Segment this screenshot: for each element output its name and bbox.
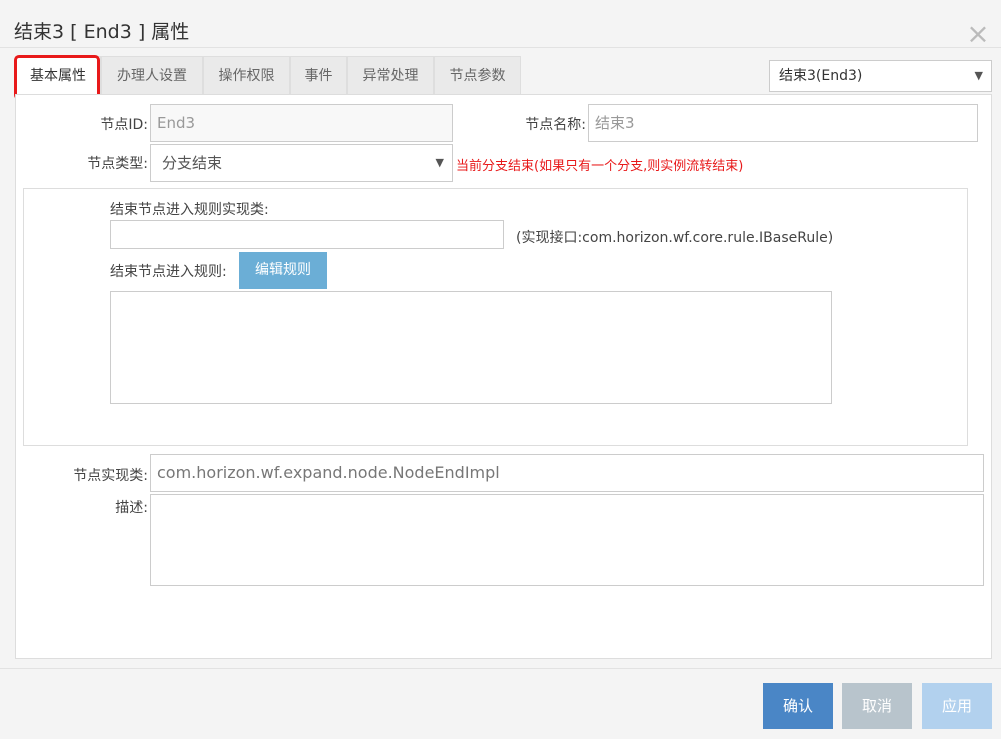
cancel-button[interactable]: 取消 <box>842 683 912 729</box>
rule-class-label: 结束节点进入规则实现类: <box>110 202 269 218</box>
node-select-value: 结束3(End3) <box>779 68 863 84</box>
tab-handler-settings[interactable]: 办理人设置 <box>101 56 203 94</box>
edit-rule-button[interactable]: 编辑规则 <box>239 252 327 289</box>
rule-interface-hint: (实现接口:com.horizon.wf.core.rule.IBaseRule… <box>516 230 834 246</box>
tab-node-parameters[interactable]: 节点参数 <box>434 56 521 94</box>
tab-permissions[interactable]: 操作权限 <box>203 56 290 94</box>
node-type-value: 分支结束 <box>162 154 223 172</box>
rule-textarea[interactable] <box>110 291 832 404</box>
impl-class-field[interactable]: com.horizon.wf.expand.node.NodeEndImpl <box>150 454 984 492</box>
dropdown-arrow-icon: ▼ <box>974 69 983 82</box>
description-label: 描述: <box>115 500 148 516</box>
confirm-button[interactable]: 确认 <box>763 683 833 729</box>
node-name-label: 节点名称: <box>525 117 586 133</box>
node-select[interactable]: 结束3(End3) ▼ <box>769 60 992 92</box>
rule-label: 结束节点进入规则: <box>110 264 227 280</box>
tab-exception-handling[interactable]: 异常处理 <box>347 56 434 94</box>
close-icon[interactable]: × <box>962 20 994 52</box>
dropdown-arrow-icon: ▼ <box>435 156 444 169</box>
impl-class-label: 节点实现类: <box>73 468 148 484</box>
tab-events[interactable]: 事件 <box>290 56 347 94</box>
apply-button[interactable]: 应用 <box>922 683 992 729</box>
rule-class-input[interactable] <box>110 220 504 249</box>
node-name-field[interactable]: 结束3 <box>588 104 978 142</box>
node-type-hint: 当前分支结束(如果只有一个分支,则实例流转结束) <box>456 159 744 174</box>
node-id-label: 节点ID: <box>100 117 148 133</box>
node-id-field[interactable]: End3 <box>150 104 453 142</box>
tab-basic-properties[interactable]: 基本属性 <box>15 56 101 95</box>
description-textarea[interactable] <box>150 494 984 586</box>
node-type-label: 节点类型: <box>87 156 148 172</box>
dialog-title: 结束3 [ End3 ] 属性 <box>14 21 190 43</box>
node-type-select[interactable]: 分支结束 ▼ <box>150 144 453 182</box>
